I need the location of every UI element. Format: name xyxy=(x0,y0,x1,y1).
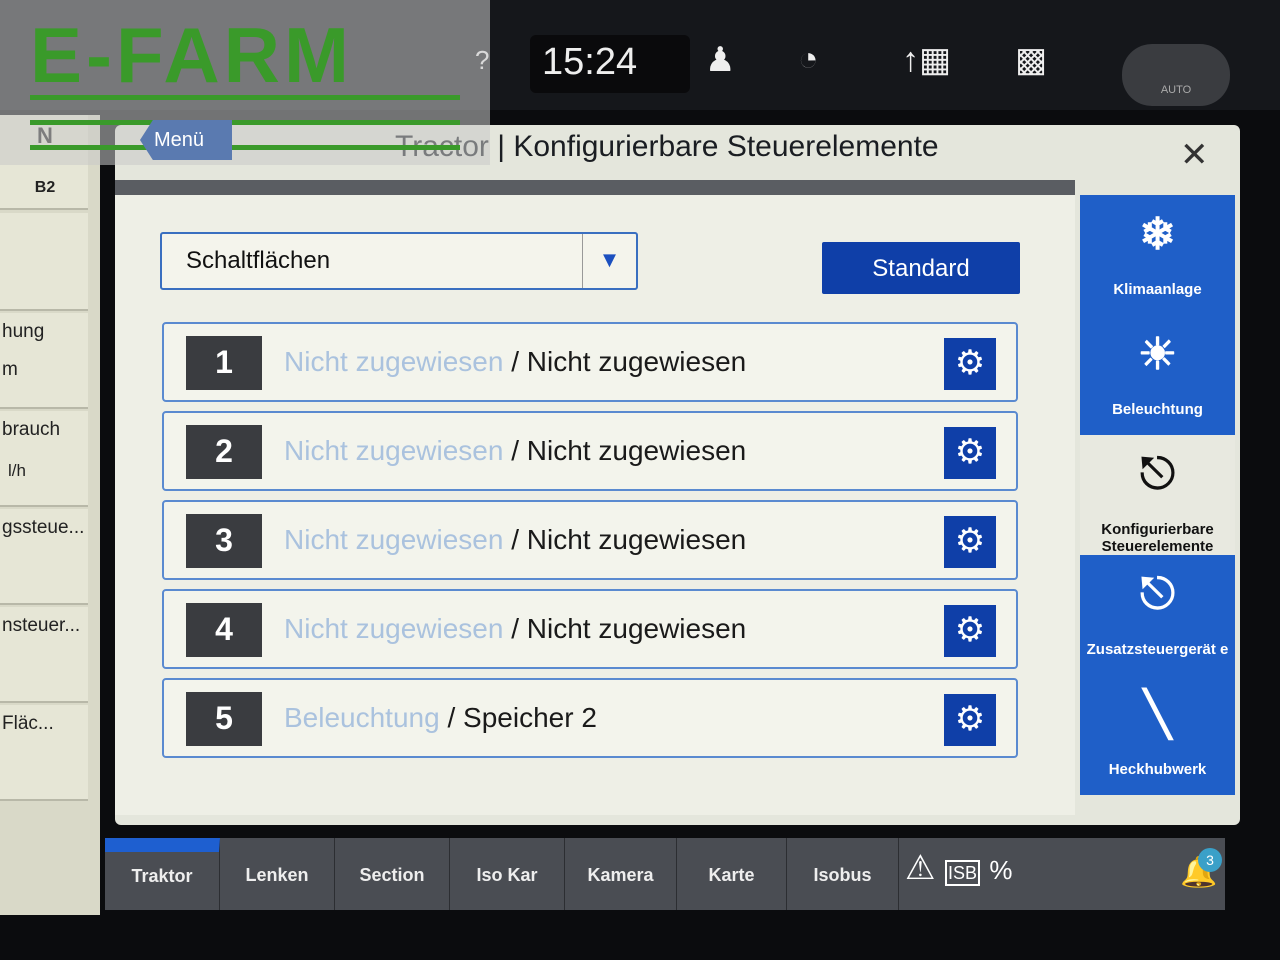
button-slot-row[interactable]: 3 Nicht zugewiesen / Nicht zugewiesen ⚙ xyxy=(162,500,1018,580)
slot-secondary: / Nicht zugewiesen xyxy=(511,524,747,555)
left-item[interactable]: hung m xyxy=(0,313,88,409)
slot-secondary: / Nicht zugewiesen xyxy=(511,346,747,377)
tab-traktor[interactable]: Traktor xyxy=(105,838,220,910)
gear-icon[interactable]: ⚙ xyxy=(944,516,996,568)
button-slot-row[interactable]: 2 Nicht zugewiesen / Nicht zugewiesen ⚙ xyxy=(162,411,1018,491)
gear-icon[interactable]: ⚙ xyxy=(944,694,996,746)
slot-primary: Nicht zugewiesen xyxy=(284,524,504,555)
slot-secondary: / Speicher 2 xyxy=(447,702,597,733)
close-icon[interactable]: ✕ xyxy=(1180,135,1209,175)
left-item[interactable]: Fläc... xyxy=(0,705,88,801)
auto-steer-button[interactable]: AUTO xyxy=(1122,44,1230,106)
menu-button[interactable]: Menü xyxy=(140,120,232,160)
tab-kamera[interactable]: Kamera xyxy=(565,838,677,910)
slot-number: 5 xyxy=(186,692,262,746)
slot-primary: Nicht zugewiesen xyxy=(284,613,504,644)
tab-section[interactable]: Section xyxy=(335,838,450,910)
tab-karte[interactable]: Karte xyxy=(677,838,787,910)
left-panel: NB2 hungm brauchl/h gssteue... nsteuer..… xyxy=(0,115,100,915)
hitch-icon: ╲ xyxy=(1144,690,1171,739)
sidebar-item[interactable]: ⎋ Konfigurierbare Steuerelemente xyxy=(1080,435,1235,555)
light-icon: ☀ xyxy=(1137,330,1178,379)
slot-primary: Nicht zugewiesen xyxy=(284,346,504,377)
slot-secondary: / Nicht zugewiesen xyxy=(511,435,747,466)
slot-number: 4 xyxy=(186,603,262,657)
left-item[interactable]: brauch l/h xyxy=(0,411,88,507)
slot-number: 2 xyxy=(186,425,262,479)
clock: 15:24 xyxy=(530,35,690,93)
slot-primary: Nicht zugewiesen xyxy=(284,435,504,466)
left-item[interactable]: gssteue... xyxy=(0,509,88,605)
field-icon[interactable]: ▩ xyxy=(1015,40,1047,80)
tab-isobus[interactable]: Isobus xyxy=(787,838,899,910)
sidebar-item[interactable]: ❄ Klimaanlage xyxy=(1080,195,1235,315)
user-icon[interactable]: ♟ xyxy=(705,40,735,80)
left-item[interactable]: nsteuer... xyxy=(0,607,88,703)
bottom-tab-bar: Traktor Lenken Section Iso Kar Kamera Karte Is… xyxy=(105,838,1225,910)
isobus-icon[interactable]: ISB xyxy=(944,860,980,886)
sidebar-item[interactable]: ⎋ Zusatzsteuergerät e xyxy=(1080,555,1235,675)
section-icon[interactable]: % xyxy=(989,855,1012,885)
slot-number: 1 xyxy=(186,336,262,390)
hydraulic-icon: ⎋ xyxy=(1140,569,1175,618)
gear-icon[interactable]: ⚙ xyxy=(944,605,996,657)
slot-number: 3 xyxy=(186,514,262,568)
watermark-logo: E-FARM xyxy=(0,0,490,165)
climate-icon: ❄ xyxy=(1139,210,1176,259)
speedometer-icon[interactable]: ◔ xyxy=(798,40,819,79)
slot-secondary: / Nicht zugewiesen xyxy=(511,613,747,644)
notification-badge: 3 xyxy=(1198,848,1222,872)
chevron-down-icon[interactable]: ▼ xyxy=(582,234,636,288)
gear-icon[interactable]: ⚙ xyxy=(944,427,996,479)
tab-lenken[interactable]: Lenken xyxy=(220,838,335,910)
implement-icon[interactable]: ↑▦ xyxy=(902,40,951,80)
slot-primary: Beleuchtung xyxy=(284,702,440,733)
warning-icon[interactable]: ⚠ xyxy=(905,849,935,887)
sidebar-item[interactable]: ╲ Heckhubwerk xyxy=(1080,675,1235,795)
button-slot-row[interactable]: 1 Nicht zugewiesen / Nicht zugewiesen ⚙ xyxy=(162,322,1018,402)
category-dropdown[interactable]: Schaltflächen ▼ xyxy=(160,232,638,290)
left-item[interactable] xyxy=(0,213,88,311)
button-slot-row[interactable]: 5 Beleuchtung / Speicher 2 ⚙ xyxy=(162,678,1018,758)
sidebar-item[interactable]: ☀ Beleuchtung xyxy=(1080,315,1235,435)
standard-button[interactable]: Standard xyxy=(822,242,1020,294)
joystick-icon: ⎋ xyxy=(1140,449,1175,498)
tab-iso-kar[interactable]: Iso Kar xyxy=(450,838,565,910)
gear-icon[interactable]: ⚙ xyxy=(944,338,996,390)
button-slot-row[interactable]: 4 Nicht zugewiesen / Nicht zugewiesen ⚙ xyxy=(162,589,1018,669)
